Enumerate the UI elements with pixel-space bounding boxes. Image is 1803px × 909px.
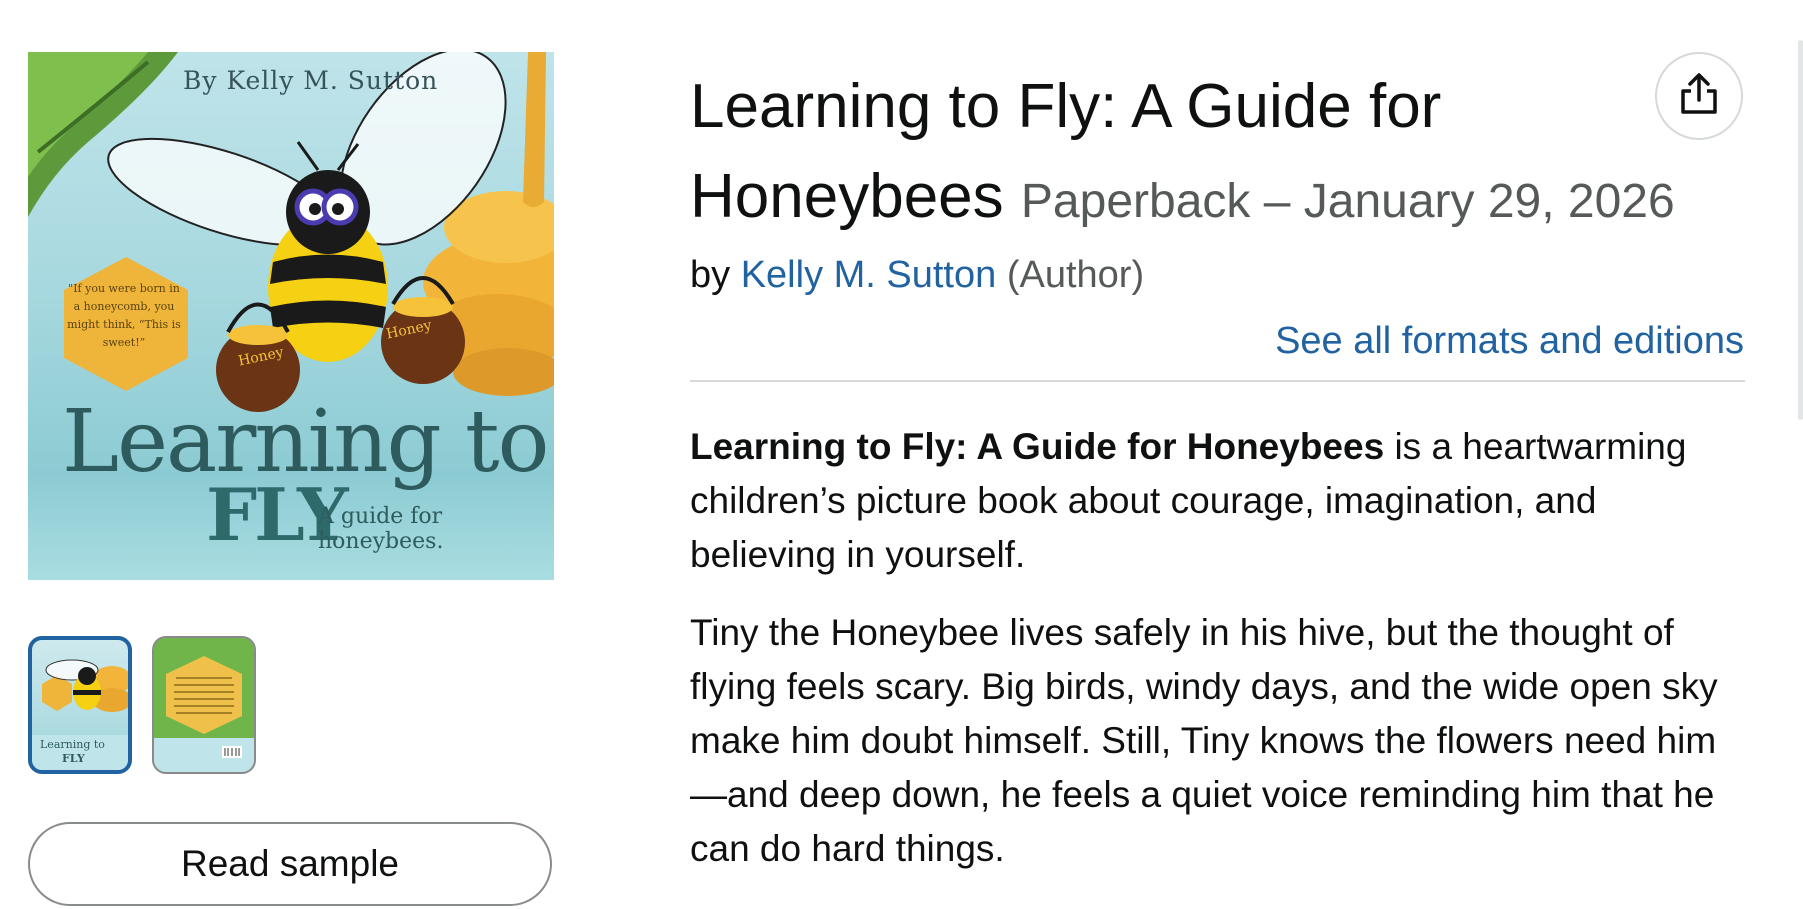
thumbnail-front-image: Learning to FLY — [32, 659, 128, 770]
author-role: (Author) — [1006, 254, 1145, 296]
author-link[interactable]: Kelly M. Sutton — [741, 254, 997, 296]
author-byline: by Kelly M. Sutton (Author) — [690, 254, 1144, 297]
product-title-line1: Learning to Fly: A Guide for — [690, 72, 1442, 141]
product-title: Learning to Fly: A Guide for Honeybees P… — [690, 62, 1690, 247]
description-title-bold: Learning to Fly: A Guide for Honeybees — [690, 426, 1385, 467]
scrollbar[interactable] — [1798, 40, 1803, 420]
thumbnail-back-image — [154, 638, 254, 772]
by-label: by — [690, 254, 731, 296]
description-paragraph-1: Learning to Fly: A Guide for Honeybees i… — [690, 420, 1750, 582]
product-format-date: Paperback – January 29, 2026 — [1020, 175, 1675, 228]
see-all-formats-link[interactable]: See all formats and editions — [1275, 320, 1744, 363]
cover-subtitle: A guide for honeybees. — [318, 504, 444, 554]
product-title-text: Honeybees — [690, 162, 1004, 231]
product-title-line2: Honeybees Paperback – January 29, 2026 — [690, 152, 1690, 247]
read-sample-button[interactable]: Read sample — [28, 822, 552, 906]
svg-text:FLY: FLY — [62, 752, 85, 765]
section-divider — [690, 380, 1745, 382]
cover-author-text: By Kelly M. Sutton — [183, 66, 439, 95]
book-cover-image[interactable]: By Kelly M. Sutton "If you were born in … — [28, 52, 554, 580]
product-description: Learning to Fly: A Guide for Honeybees i… — [690, 420, 1750, 900]
svg-text:Learning to: Learning to — [40, 738, 105, 751]
thumbnail-back-cover[interactable] — [152, 636, 256, 774]
description-paragraph-2: Tiny the Honeybee lives safely in his hi… — [690, 612, 1718, 869]
cover-quote-text: "If you were born in a honeycomb, you mi… — [67, 282, 181, 349]
thumbnail-front-cover[interactable]: Learning to FLY — [28, 636, 132, 774]
